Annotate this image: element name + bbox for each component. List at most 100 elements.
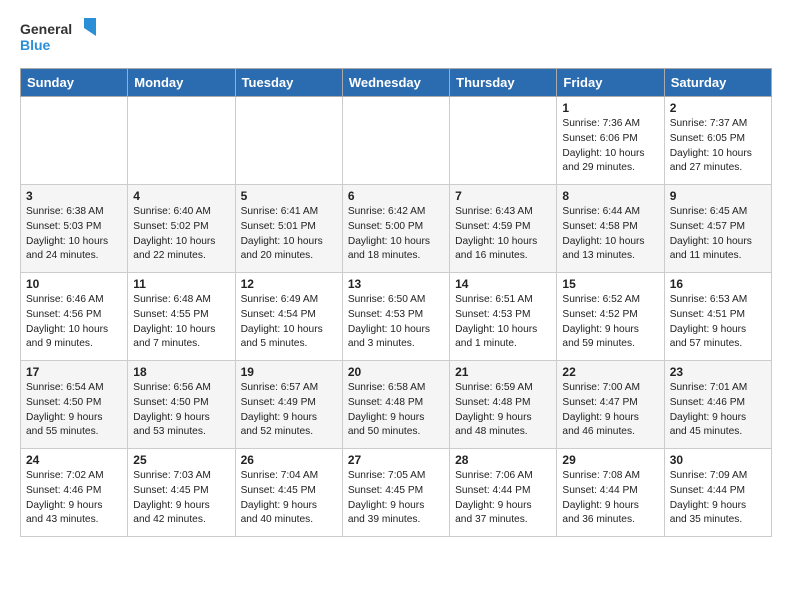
day-info: Sunrise: 7:05 AM Sunset: 4:45 PM Dayligh…	[348, 469, 444, 528]
day-number: 3	[26, 189, 122, 203]
day-number: 14	[455, 277, 551, 291]
day-info: Sunrise: 7:02 AM Sunset: 4:46 PM Dayligh…	[26, 469, 122, 528]
day-cell: 14 Sunrise: 6:51 AM Sunset: 4:53 PM Dayli…	[450, 273, 557, 361]
day-number: 17	[26, 365, 122, 379]
weekday-header-monday: Monday	[128, 69, 235, 97]
day-number: 27	[348, 453, 444, 467]
day-number: 5	[241, 189, 337, 203]
weekday-header-sunday: Sunday	[21, 69, 128, 97]
day-info: Sunrise: 6:52 AM Sunset: 4:52 PM Dayligh…	[562, 293, 658, 352]
day-cell	[342, 97, 449, 185]
day-cell: 3 Sunrise: 6:38 AM Sunset: 5:03 PM Daylig…	[21, 185, 128, 273]
day-info: Sunrise: 6:44 AM Sunset: 4:58 PM Dayligh…	[562, 205, 658, 264]
day-cell: 22 Sunrise: 7:00 AM Sunset: 4:47 PM Dayli…	[557, 361, 664, 449]
day-number: 29	[562, 453, 658, 467]
day-info: Sunrise: 6:41 AM Sunset: 5:01 PM Dayligh…	[241, 205, 337, 264]
day-cell: 5 Sunrise: 6:41 AM Sunset: 5:01 PM Daylig…	[235, 185, 342, 273]
day-info: Sunrise: 6:38 AM Sunset: 5:03 PM Dayligh…	[26, 205, 122, 264]
day-info: Sunrise: 6:53 AM Sunset: 4:51 PM Dayligh…	[670, 293, 766, 352]
day-cell	[128, 97, 235, 185]
day-info: Sunrise: 6:43 AM Sunset: 4:59 PM Dayligh…	[455, 205, 551, 264]
week-row-3: 17Sunrise: 6:54 AM Sunset: 4:50 PM Dayli…	[21, 361, 772, 449]
logo-svg: General Blue	[20, 16, 100, 60]
day-cell: 7 Sunrise: 6:43 AM Sunset: 4:59 PM Daylig…	[450, 185, 557, 273]
day-cell: 18Sunrise: 6:56 AM Sunset: 4:50 PM Dayli…	[128, 361, 235, 449]
day-cell	[450, 97, 557, 185]
day-number: 10	[26, 277, 122, 291]
day-info: Sunrise: 7:37 AM Sunset: 6:05 PM Dayligh…	[670, 117, 766, 176]
day-info: Sunrise: 6:51 AM Sunset: 4:53 PM Dayligh…	[455, 293, 551, 352]
day-info: Sunrise: 6:45 AM Sunset: 4:57 PM Dayligh…	[670, 205, 766, 264]
day-info: Sunrise: 7:01 AM Sunset: 4:46 PM Dayligh…	[670, 381, 766, 440]
day-number: 7	[455, 189, 551, 203]
day-info: Sunrise: 6:46 AM Sunset: 4:56 PM Dayligh…	[26, 293, 122, 352]
day-number: 8	[562, 189, 658, 203]
day-info: Sunrise: 7:36 AM Sunset: 6:06 PM Dayligh…	[562, 117, 658, 176]
day-number: 9	[670, 189, 766, 203]
day-number: 12	[241, 277, 337, 291]
svg-text:General: General	[20, 21, 72, 37]
week-row-4: 24Sunrise: 7:02 AM Sunset: 4:46 PM Dayli…	[21, 449, 772, 537]
day-info: Sunrise: 6:57 AM Sunset: 4:49 PM Dayligh…	[241, 381, 337, 440]
day-info: Sunrise: 6:42 AM Sunset: 5:00 PM Dayligh…	[348, 205, 444, 264]
day-cell: 17Sunrise: 6:54 AM Sunset: 4:50 PM Dayli…	[21, 361, 128, 449]
day-cell: 27 Sunrise: 7:05 AM Sunset: 4:45 PM Dayli…	[342, 449, 449, 537]
calendar-table: SundayMondayTuesdayWednesdayThursdayFrid…	[20, 68, 772, 537]
day-cell: 24Sunrise: 7:02 AM Sunset: 4:46 PM Dayli…	[21, 449, 128, 537]
day-cell: 25 Sunrise: 7:03 AM Sunset: 4:45 PM Dayli…	[128, 449, 235, 537]
day-number: 11	[133, 277, 229, 291]
weekday-header-friday: Friday	[557, 69, 664, 97]
day-cell	[21, 97, 128, 185]
day-number: 2	[670, 101, 766, 115]
weekday-header-tuesday: Tuesday	[235, 69, 342, 97]
day-info: Sunrise: 6:48 AM Sunset: 4:55 PM Dayligh…	[133, 293, 229, 352]
day-number: 30	[670, 453, 766, 467]
day-number: 4	[133, 189, 229, 203]
day-info: Sunrise: 6:49 AM Sunset: 4:54 PM Dayligh…	[241, 293, 337, 352]
day-number: 20	[348, 365, 444, 379]
day-cell: 16 Sunrise: 6:53 AM Sunset: 4:51 PM Dayli…	[664, 273, 771, 361]
day-cell: 13 Sunrise: 6:50 AM Sunset: 4:53 PM Dayli…	[342, 273, 449, 361]
day-cell: 2 Sunrise: 7:37 AM Sunset: 6:05 PM Daylig…	[664, 97, 771, 185]
day-cell: 19Sunrise: 6:57 AM Sunset: 4:49 PM Dayli…	[235, 361, 342, 449]
day-number: 13	[348, 277, 444, 291]
day-info: Sunrise: 7:03 AM Sunset: 4:45 PM Dayligh…	[133, 469, 229, 528]
day-cell: 15 Sunrise: 6:52 AM Sunset: 4:52 PM Dayli…	[557, 273, 664, 361]
day-cell	[235, 97, 342, 185]
day-number: 22	[562, 365, 658, 379]
day-number: 25	[133, 453, 229, 467]
logo: General Blue	[20, 16, 100, 60]
day-number: 26	[241, 453, 337, 467]
week-row-0: 1Sunrise: 7:36 AM Sunset: 6:06 PM Daylig…	[21, 97, 772, 185]
day-number: 6	[348, 189, 444, 203]
header: General Blue	[20, 16, 772, 60]
day-cell: 28 Sunrise: 7:06 AM Sunset: 4:44 PM Dayli…	[450, 449, 557, 537]
day-cell: 21Sunrise: 6:59 AM Sunset: 4:48 PM Dayli…	[450, 361, 557, 449]
day-cell: 23 Sunrise: 7:01 AM Sunset: 4:46 PM Dayli…	[664, 361, 771, 449]
day-cell: 1Sunrise: 7:36 AM Sunset: 6:06 PM Daylig…	[557, 97, 664, 185]
day-info: Sunrise: 6:50 AM Sunset: 4:53 PM Dayligh…	[348, 293, 444, 352]
day-number: 15	[562, 277, 658, 291]
day-cell: 12 Sunrise: 6:49 AM Sunset: 4:54 PM Dayli…	[235, 273, 342, 361]
day-number: 23	[670, 365, 766, 379]
day-cell: 10 Sunrise: 6:46 AM Sunset: 4:56 PM Dayli…	[21, 273, 128, 361]
weekday-header-thursday: Thursday	[450, 69, 557, 97]
day-cell: 8 Sunrise: 6:44 AM Sunset: 4:58 PM Daylig…	[557, 185, 664, 273]
day-info: Sunrise: 7:04 AM Sunset: 4:45 PM Dayligh…	[241, 469, 337, 528]
day-info: Sunrise: 7:08 AM Sunset: 4:44 PM Dayligh…	[562, 469, 658, 528]
day-info: Sunrise: 7:00 AM Sunset: 4:47 PM Dayligh…	[562, 381, 658, 440]
day-info: Sunrise: 6:56 AM Sunset: 4:50 PM Dayligh…	[133, 381, 229, 440]
svg-text:Blue: Blue	[20, 37, 51, 53]
week-row-1: 3 Sunrise: 6:38 AM Sunset: 5:03 PM Daylig…	[21, 185, 772, 273]
day-cell: 9 Sunrise: 6:45 AM Sunset: 4:57 PM Daylig…	[664, 185, 771, 273]
day-cell: 30 Sunrise: 7:09 AM Sunset: 4:44 PM Dayli…	[664, 449, 771, 537]
day-info: Sunrise: 7:09 AM Sunset: 4:44 PM Dayligh…	[670, 469, 766, 528]
day-number: 28	[455, 453, 551, 467]
day-info: Sunrise: 7:06 AM Sunset: 4:44 PM Dayligh…	[455, 469, 551, 528]
day-cell: 4Sunrise: 6:40 AM Sunset: 5:02 PM Daylig…	[128, 185, 235, 273]
day-number: 21	[455, 365, 551, 379]
day-info: Sunrise: 6:58 AM Sunset: 4:48 PM Dayligh…	[348, 381, 444, 440]
day-number: 16	[670, 277, 766, 291]
day-cell: 20 Sunrise: 6:58 AM Sunset: 4:48 PM Dayli…	[342, 361, 449, 449]
week-row-2: 10 Sunrise: 6:46 AM Sunset: 4:56 PM Dayli…	[21, 273, 772, 361]
